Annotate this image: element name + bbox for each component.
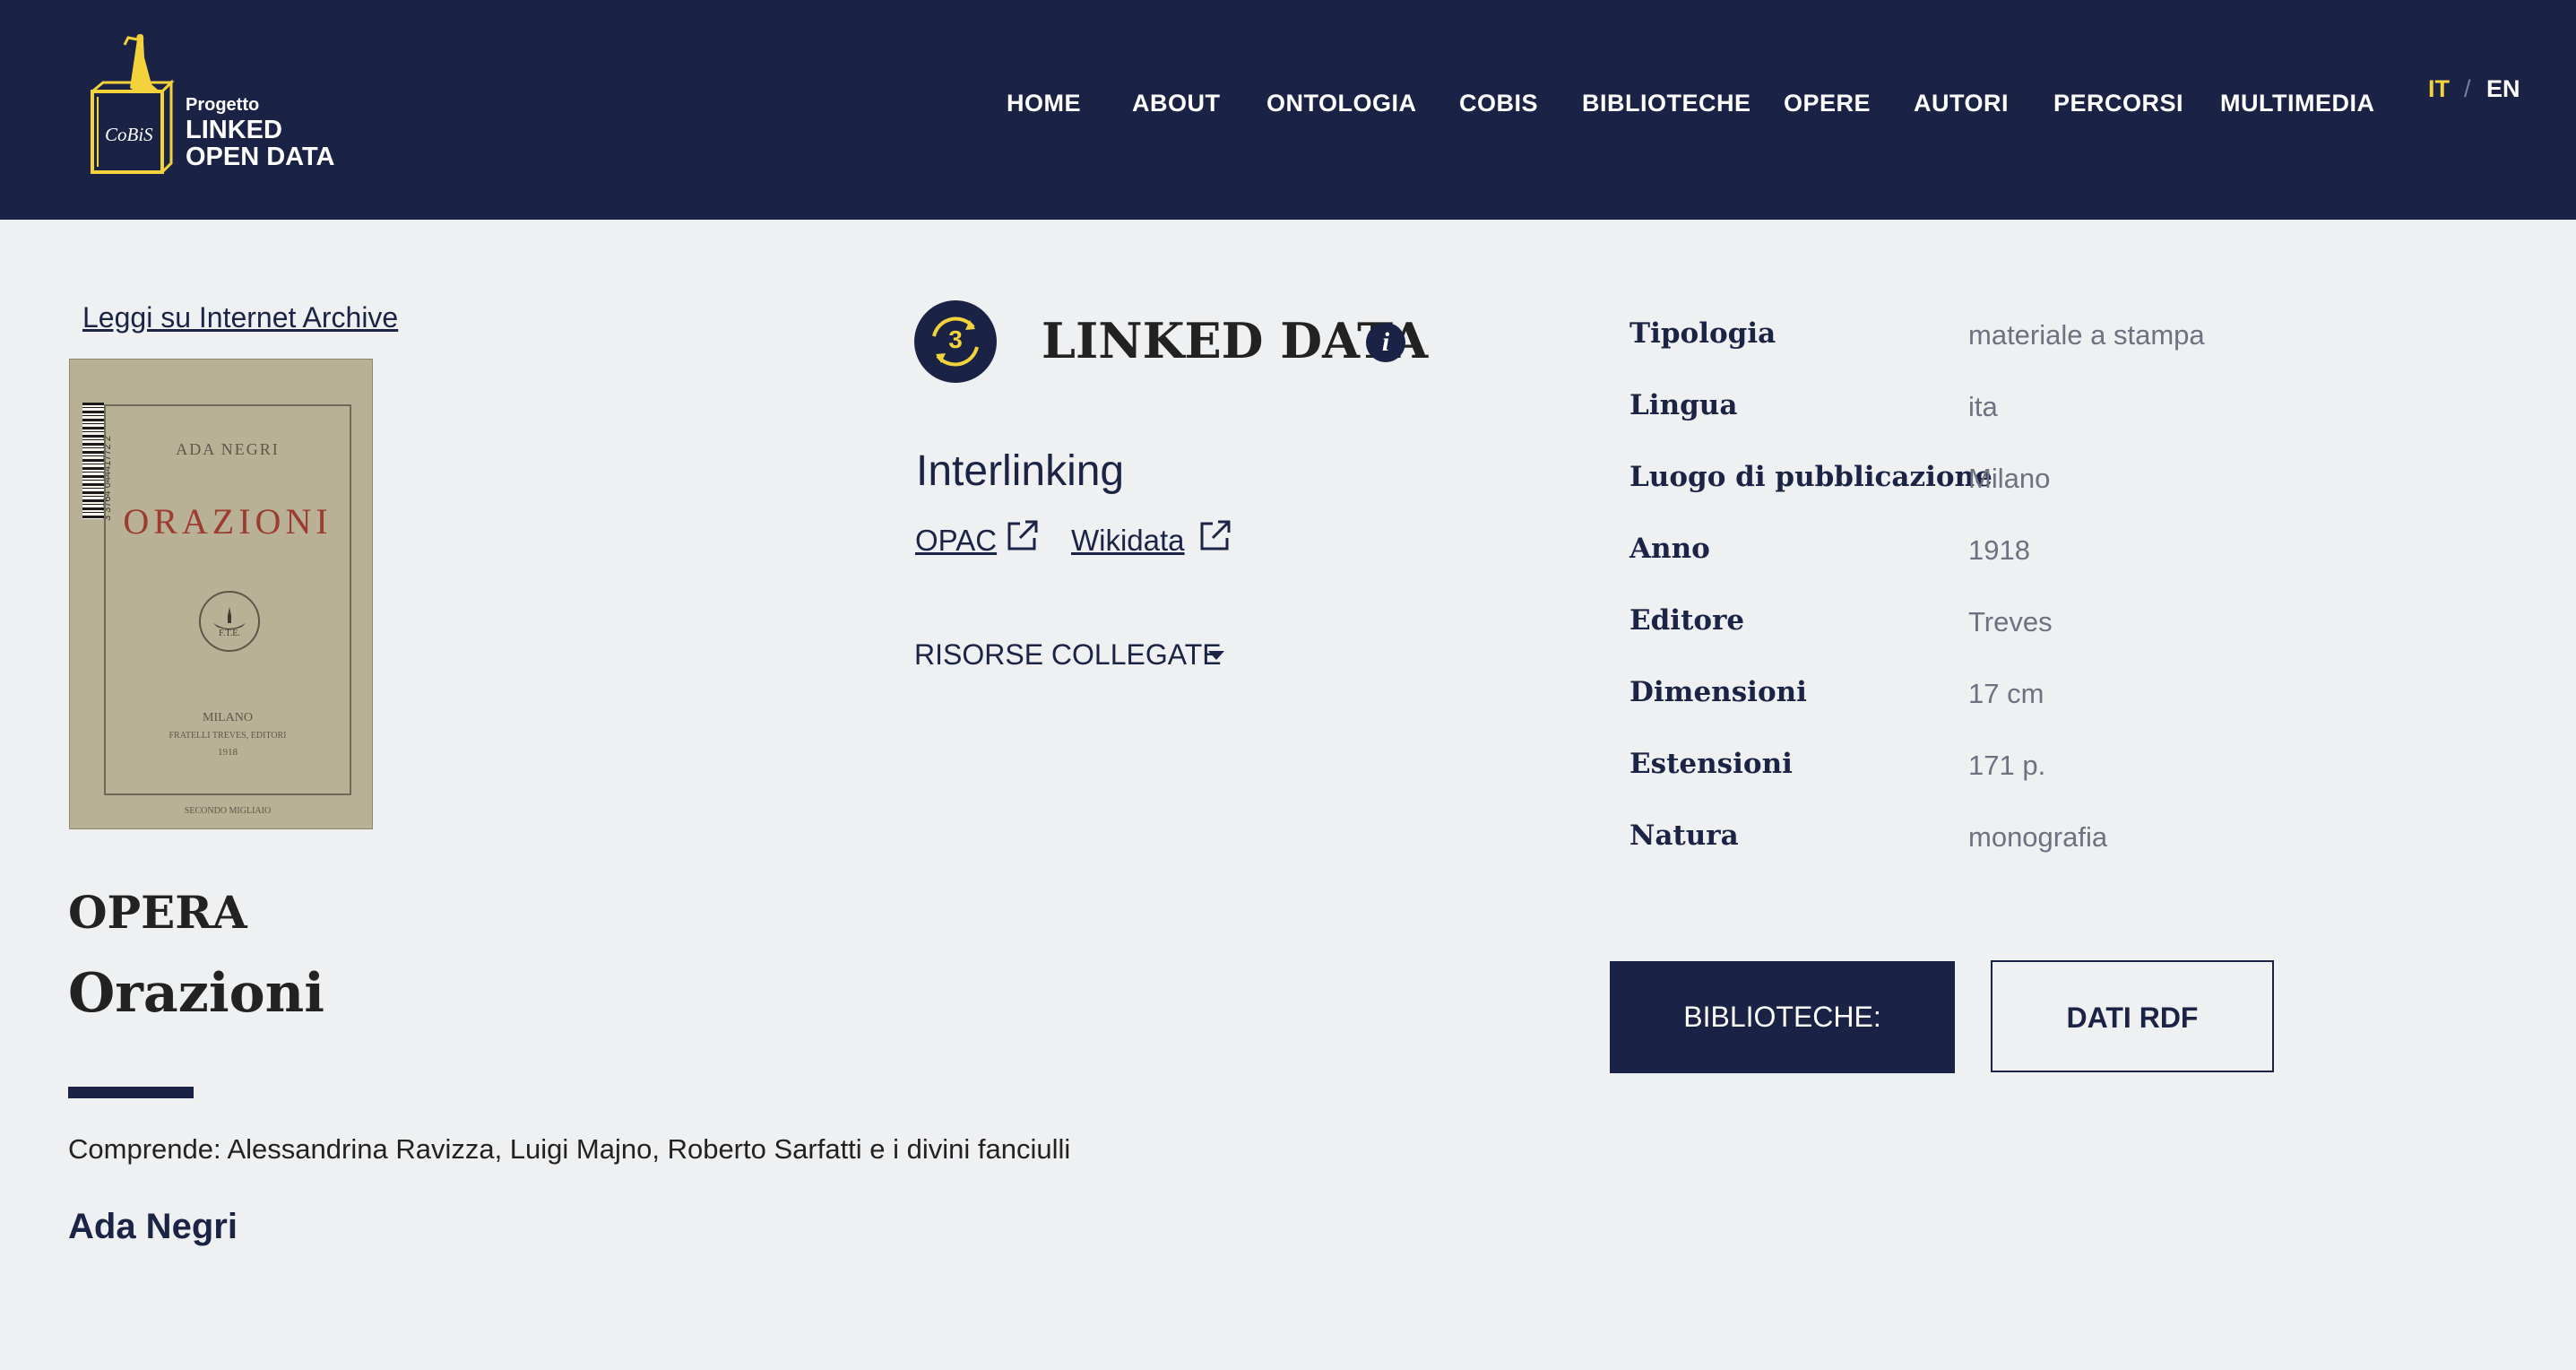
- meta-value-dimensioni: 17 cm: [1968, 678, 2044, 709]
- nav-item-autori[interactable]: AUTORI: [1914, 90, 2009, 117]
- wikidata-link[interactable]: Wikidata: [1071, 524, 1185, 558]
- nav-item-about[interactable]: ABOUT: [1132, 90, 1221, 117]
- cover-frame: ADA NEGRI ORAZIONI F.T.E. MILANO FRATELL…: [104, 404, 351, 816]
- external-link-icon[interactable]: [1006, 518, 1040, 552]
- internet-archive-link[interactable]: Leggi su Internet Archive: [82, 301, 398, 334]
- opac-link[interactable]: OPAC: [915, 524, 997, 558]
- biblioteche-button[interactable]: BIBLIOTECHE:: [1610, 961, 1955, 1073]
- linked-data-level: 3: [948, 325, 963, 353]
- logo-title-line2: OPEN DATA: [186, 143, 335, 171]
- lang-it[interactable]: IT: [2428, 75, 2450, 103]
- lang-en[interactable]: EN: [2486, 75, 2520, 103]
- cover-title: ORAZIONI: [123, 501, 333, 542]
- caret-down-icon[interactable]: [1208, 651, 1224, 660]
- related-resources-dropdown[interactable]: RISORSE COLLEGATE: [914, 638, 1222, 672]
- cover-year: 1918: [218, 747, 238, 758]
- cover-footer: SECONDO MIGLIAIO: [184, 806, 272, 816]
- meta-value-tipologia: materiale a stampa: [1968, 319, 2205, 351]
- site-header: CoBiS Progetto LINKED OPEN DATA HOME ABO…: [0, 0, 2576, 220]
- author-link[interactable]: Ada Negri: [68, 1207, 238, 1247]
- meta-key-anno: Anno: [1629, 533, 1710, 565]
- meta-value-natura: monografia: [1968, 821, 2108, 853]
- interlinking-heading: Interlinking: [916, 447, 1125, 495]
- nav-item-home[interactable]: HOME: [1007, 90, 1081, 117]
- meta-key-dimensioni: Dimensioni: [1629, 676, 1807, 708]
- meta-key-tipologia: Tipologia: [1629, 317, 1776, 350]
- title-divider: [68, 1087, 194, 1098]
- nav-item-opere[interactable]: OPERE: [1784, 90, 1871, 117]
- cover-emblem-icon: F.T.E.: [199, 591, 260, 652]
- main-nav: HOME ABOUT ONTOLOGIA COBIS BIBLIOTECHE O…: [0, 90, 2576, 126]
- page-title: Orazioni: [68, 962, 325, 1025]
- external-link-icon[interactable]: [1198, 518, 1232, 552]
- meta-key-editore: Editore: [1629, 604, 1745, 637]
- meta-key-estensioni: Estensioni: [1629, 748, 1793, 780]
- rdf-data-button[interactable]: DATI RDF: [1991, 960, 2274, 1072]
- cover-author: ADA NEGRI: [176, 440, 280, 458]
- book-cover[interactable]: 3 3764 04441772 2 ADA NEGRI ORAZIONI F.T…: [69, 359, 373, 829]
- meta-key-luogo: Luogo di pubblicazione: [1629, 461, 1993, 493]
- meta-value-editore: Treves: [1968, 606, 2053, 637]
- meta-key-natura: Natura: [1629, 819, 1739, 852]
- lang-separator: /: [2464, 75, 2471, 102]
- nav-item-ontologia[interactable]: ONTOLOGIA: [1266, 90, 1417, 117]
- barcode: [82, 403, 104, 519]
- meta-value-estensioni: 171 p.: [1968, 750, 2046, 781]
- linked-data-level-badge: 3: [914, 300, 997, 383]
- emblem-label: F.T.E.: [219, 629, 240, 638]
- logo-book-text: CoBiS: [105, 124, 153, 145]
- opera-label: OPERA: [68, 886, 247, 939]
- nav-item-cobis[interactable]: COBIS: [1459, 90, 1538, 117]
- meta-value-lingua: ita: [1968, 391, 1998, 422]
- nav-item-biblioteche[interactable]: BIBLIOTECHE: [1582, 90, 1751, 117]
- contents-note: Comprende: Alessandrina Ravizza, Luigi M…: [68, 1133, 1071, 1165]
- nav-item-percorsi[interactable]: PERCORSI: [2053, 90, 2183, 117]
- meta-key-lingua: Lingua: [1629, 389, 1738, 421]
- cover-publisher: FRATELLI TREVES, EDITORI: [169, 731, 287, 741]
- meta-value-luogo: Milano: [1968, 463, 2051, 494]
- nav-item-multimedia[interactable]: MULTIMEDIA: [2220, 90, 2374, 117]
- cover-city: MILANO: [203, 711, 253, 724]
- meta-value-anno: 1918: [1968, 534, 2030, 566]
- info-icon[interactable]: i: [1366, 323, 1405, 362]
